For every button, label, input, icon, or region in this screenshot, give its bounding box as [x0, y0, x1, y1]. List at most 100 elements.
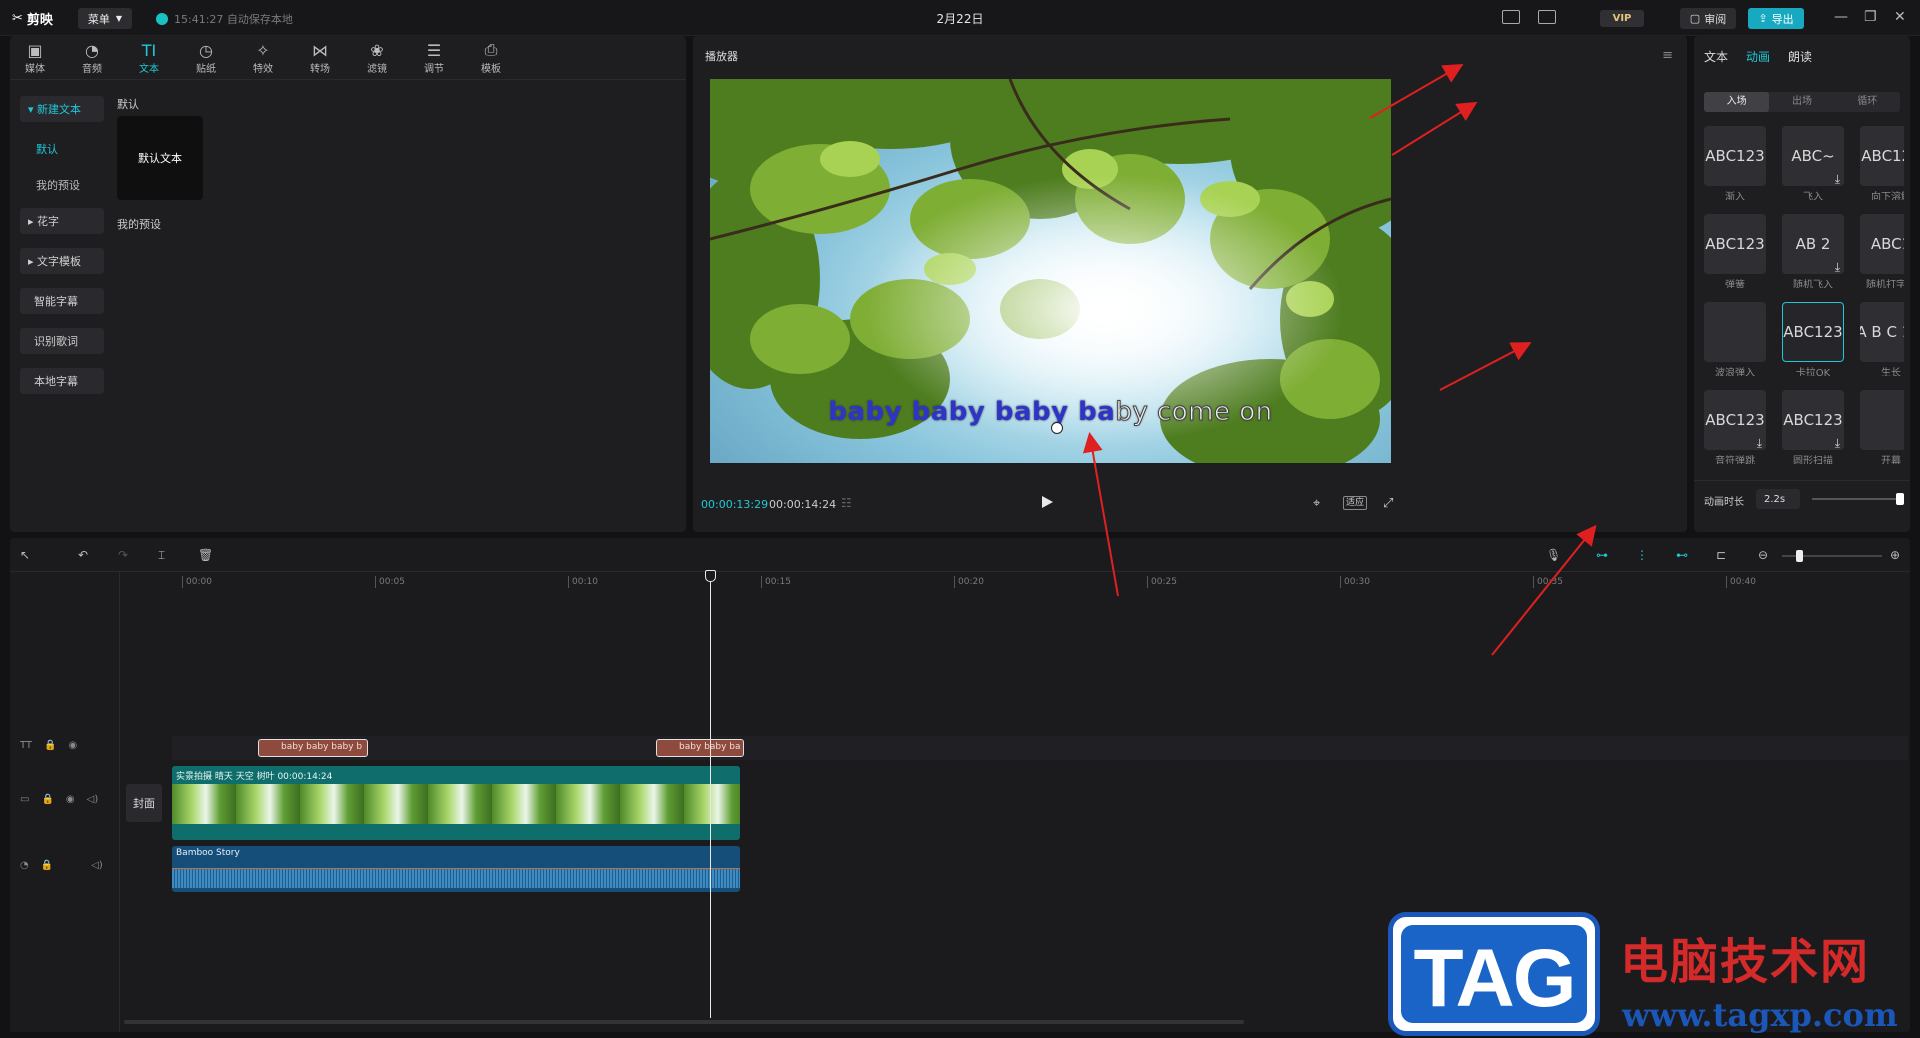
menu-button[interactable]: 菜单 ▼ — [78, 8, 132, 29]
download-icon[interactable]: ⤓ — [1835, 172, 1840, 187]
animation-item[interactable]: ABC123 弹簧 — [1704, 214, 1766, 288]
cover-button[interactable]: 封面 — [126, 784, 162, 822]
subtab-in[interactable]: 入场 — [1704, 92, 1770, 112]
undo-icon[interactable]: ↶ — [78, 548, 94, 564]
duration-slider[interactable] — [1812, 493, 1904, 505]
animation-item[interactable]: ABC123 ⤓ 音符弹跳 — [1704, 390, 1766, 464]
zoom-out-icon[interactable]: ⊖ — [1758, 548, 1774, 564]
download-icon[interactable]: ⤓ — [1757, 436, 1762, 451]
tool-filter[interactable]: ❀ 滤镜 — [354, 40, 400, 76]
video-preview[interactable]: baby baby baby baby come on — [710, 79, 1391, 463]
nav-new-text[interactable]: ▾ 新建文本 — [20, 96, 104, 122]
maximize-icon[interactable]: ❐ — [1864, 10, 1877, 24]
shortcut-icon[interactable] — [1502, 10, 1520, 24]
tool-label: 文本 — [139, 64, 159, 75]
animation-item[interactable]: ABC~ ⤓ 飞入 — [1782, 126, 1844, 200]
text-clip[interactable]: baby baby ba — [656, 739, 744, 757]
speaker-icon[interactable]: ◁) — [91, 860, 103, 871]
delete-icon[interactable]: 🗑 — [198, 548, 214, 564]
preview-axis-icon[interactable]: ⊏ — [1716, 548, 1732, 564]
timeline-scrollbar[interactable] — [124, 1020, 1244, 1024]
review-icon: ▢ — [1689, 12, 1701, 25]
animation-item[interactable]: 开幕 — [1860, 390, 1904, 464]
tool-template[interactable]: ⎙ 模板 — [468, 40, 514, 75]
duration-input[interactable]: 2.2s — [1756, 489, 1800, 509]
karaoke-subtitle[interactable]: baby baby baby baby come on — [710, 397, 1391, 428]
nav-default[interactable]: 默认 — [20, 136, 104, 162]
link-main-track-icon[interactable]: ⊶ — [1596, 548, 1612, 564]
vip-badge[interactable]: VIP — [1600, 10, 1644, 27]
properties-panel: 文本 动画 朗读 入场 出场 循环 ABC123渐入 ABC~⤓飞入 ABC123⤓… — [1694, 36, 1910, 532]
rotate-handle-icon[interactable] — [1051, 422, 1063, 434]
tool-media[interactable]: ▣ 媒体 — [12, 40, 58, 76]
animation-item[interactable]: A B C 1 2⤓生长 — [1860, 302, 1904, 376]
playhead-handle[interactable] — [705, 570, 716, 582]
animation-item[interactable]: AB 2 ⤓ 随机飞入 — [1782, 214, 1844, 288]
crop-icon[interactable]: ⌖ — [1313, 496, 1327, 511]
text-icon: TI — [141, 40, 157, 60]
animation-item[interactable]: ABC123 卡拉OK — [1782, 302, 1844, 376]
microphone-icon[interactable]: 🎙 — [1546, 548, 1562, 564]
zoom-knob[interactable] — [1796, 550, 1803, 562]
subtab-out[interactable]: 出场 — [1769, 92, 1834, 112]
nav-fancy-text[interactable]: ▸ 花字 — [20, 208, 104, 234]
close-icon[interactable]: ✕ — [1894, 10, 1906, 24]
nav-text-template[interactable]: ▸ 文字模板 — [20, 248, 104, 274]
minimize-icon[interactable]: — — [1834, 10, 1848, 24]
text-clip[interactable]: baby baby baby b — [258, 739, 368, 757]
nav-local-subtitle[interactable]: 本地字幕 — [20, 368, 104, 394]
tab-animation[interactable]: 动画 — [1746, 48, 1770, 65]
tool-transition[interactable]: ⋈ 转场 — [297, 40, 343, 76]
animation-item[interactable]: ABC123⤓向下溶解 — [1860, 126, 1904, 200]
linkage-icon[interactable]: ⊷ — [1676, 548, 1692, 564]
playhead-line[interactable] — [710, 572, 711, 1018]
video-clip[interactable]: 实景拍摄 晴天 天空 树叶 00:00:14:24 — [172, 766, 740, 840]
tab-text[interactable]: 文本 — [1704, 48, 1728, 65]
ratio-button[interactable]: 适应 — [1343, 496, 1367, 510]
animation-name: 圆形扫描 — [1793, 456, 1833, 464]
download-icon[interactable]: ⤓ — [1835, 260, 1840, 275]
tool-sticker[interactable]: ◷ 贴纸 — [183, 40, 229, 76]
play-icon[interactable] — [1040, 495, 1054, 509]
timecode-grid-icon[interactable]: ☷ — [841, 496, 855, 510]
select-cursor-icon[interactable]: ↖ — [20, 548, 36, 564]
download-icon[interactable]: ⤓ — [1835, 436, 1840, 451]
lock-icon[interactable]: 🔒 — [41, 860, 53, 871]
layout-icon[interactable] — [1538, 10, 1556, 24]
export-button[interactable]: ⇪ 导出 — [1748, 8, 1804, 29]
slider-knob[interactable] — [1896, 493, 1904, 505]
animation-item[interactable]: ABC123 ⤓ 圆形扫描 — [1782, 390, 1844, 464]
zoom-in-icon[interactable]: ⊕ — [1890, 548, 1906, 564]
ruler-tick: 00:40 — [1726, 576, 1756, 588]
review-button[interactable]: ▢ 审阅 — [1680, 8, 1736, 29]
fullscreen-icon[interactable]: ⤢ — [1383, 496, 1397, 511]
lock-icon[interactable]: 🔒 — [41, 794, 53, 805]
eye-icon[interactable]: ◉ — [69, 740, 78, 751]
nav-label: 文字模板 — [37, 255, 82, 268]
time-ruler[interactable]: 00:00 00:05 00:10 00:15 00:20 00:25 00:30 00:35… — [120, 572, 1910, 598]
video-thumbnails — [172, 784, 740, 824]
tool-effects[interactable]: ✧ 特效 — [240, 40, 286, 76]
nav-my-presets[interactable]: 我的预设 — [20, 172, 104, 198]
animation-item[interactable]: ABC123 渐入 — [1704, 126, 1766, 200]
tool-audio[interactable]: ◔ 音频 — [69, 40, 115, 76]
animation-item[interactable]: ABC1 随机打字机 — [1860, 214, 1904, 288]
eye-icon[interactable]: ◉ — [66, 794, 75, 805]
title-bar: ✂ 剪映 菜单 ▼ 15:41:27 自动保存本地 2月22日 VIP ▢ 审阅… — [0, 0, 1920, 36]
hamburger-icon[interactable]: ≡ — [1662, 48, 1673, 63]
speaker-icon[interactable]: ◁) — [87, 794, 99, 805]
nav-lyrics[interactable]: 识别歌词 — [20, 328, 104, 354]
nav-smart-subtitle[interactable]: 智能字幕 — [20, 288, 104, 314]
split-icon[interactable]: ⌶ — [158, 548, 174, 564]
tab-read-aloud[interactable]: 朗读 — [1788, 48, 1812, 65]
redo-icon[interactable]: ↷ — [118, 548, 134, 564]
subtab-loop[interactable]: 循环 — [1835, 92, 1900, 112]
tool-adjust[interactable]: ☰ 调节 — [411, 40, 457, 76]
default-text-card[interactable]: 默认文本 — [117, 116, 203, 200]
audio-clip[interactable]: Bamboo Story — [172, 846, 740, 892]
lock-icon[interactable]: 🔒 — [44, 740, 56, 751]
animation-item[interactable]: 波浪弹入 — [1704, 302, 1766, 376]
tool-text[interactable]: TI 文本 — [126, 40, 172, 76]
snap-icon[interactable]: ⋮ — [1636, 548, 1652, 564]
zoom-slider[interactable] — [1782, 550, 1882, 562]
